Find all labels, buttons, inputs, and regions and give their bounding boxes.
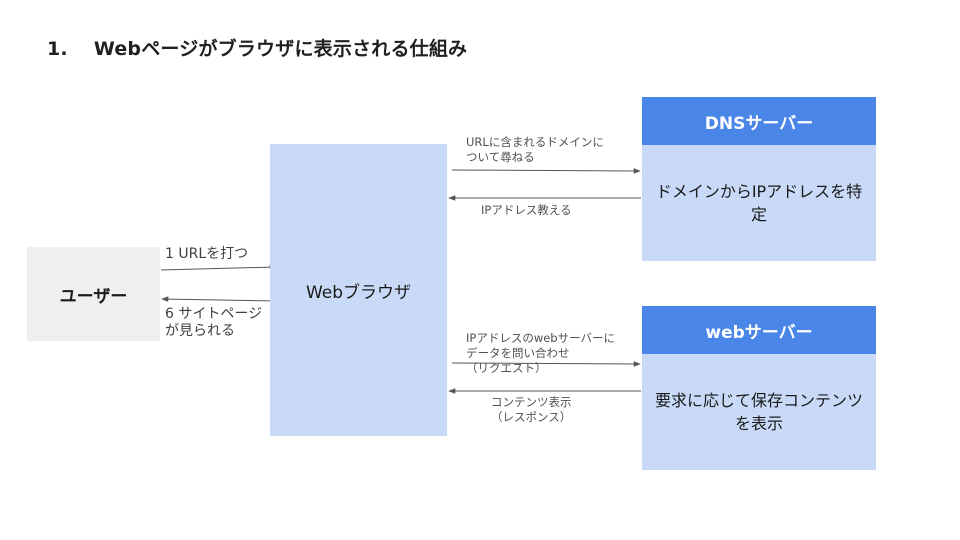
browser-node: Webブラウザ (270, 144, 447, 436)
web-server-body: 要求に応じて保存コンテンツを表示 (642, 354, 876, 470)
user-node: ユーザー (27, 247, 160, 341)
edge-label-web-to-browser: コンテンツ表示 （レスポンス） (491, 395, 572, 424)
slide: 1. Webページがブラウザに表示される仕組み ユーザー Webブラウザ DNS… (0, 0, 960, 540)
dns-server-body: ドメインからIPアドレスを特定 (642, 145, 876, 261)
edge-label-browser-to-dns: URLに含まれるドメインに ついて尋ねる (466, 135, 604, 164)
edge-label-browser-to-user: 6 サイトページ が見られる (165, 306, 263, 339)
web-server-header: webサーバー (642, 306, 876, 354)
arrow-user-to-browser (160, 264, 277, 271)
edge-label-dns-to-browser: IPアドレス教える (481, 203, 572, 217)
arrow-browser-to-user (161, 296, 279, 302)
dns-server-header: DNSサーバー (642, 97, 876, 145)
edge-label-browser-to-web: IPアドレスのwebサーバーに データを問い合わせ （リクエスト） (466, 331, 615, 375)
arrow-browser-to-dns (451, 168, 641, 174)
edge-label-user-to-browser: 1 URLを打つ (165, 246, 249, 262)
